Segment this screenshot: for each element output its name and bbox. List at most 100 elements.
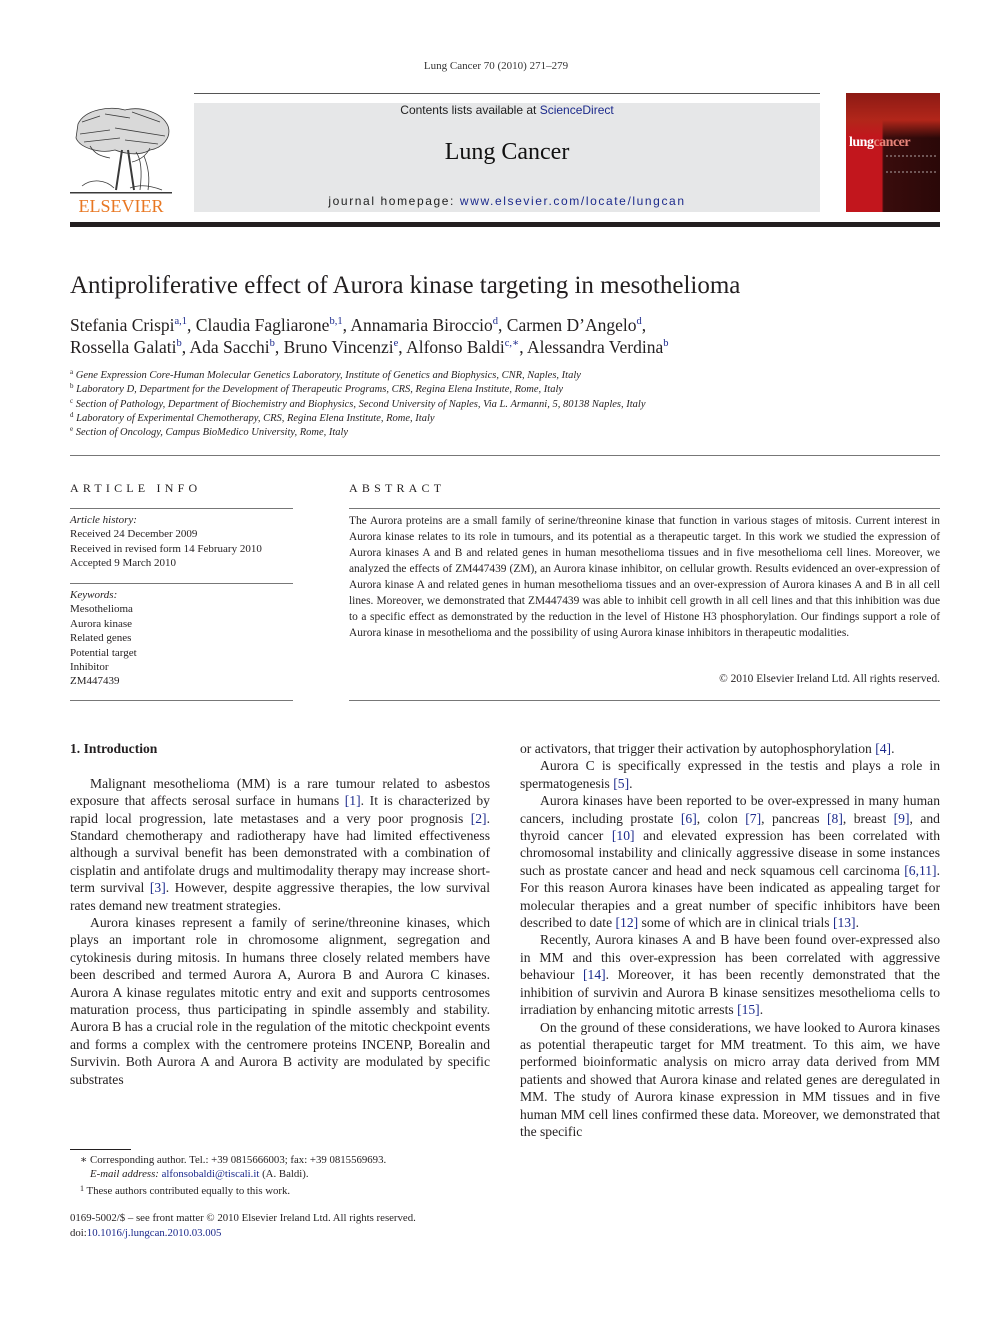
- article-history: Article history: Received 24 December 20…: [70, 513, 300, 571]
- author-name: Carmen D’Angelo: [506, 315, 637, 335]
- citation-link[interactable]: [8]: [827, 811, 843, 826]
- citation-link[interactable]: [10]: [612, 828, 635, 843]
- running-head: Lung Cancer 70 (2010) 271–279: [423, 60, 569, 72]
- footnote-mark: ∗: [80, 1154, 88, 1166]
- text-run: .: [759, 1002, 764, 1018]
- citation-link[interactable]: [6,11]: [904, 863, 936, 878]
- citation-link[interactable]: [4]: [875, 741, 891, 756]
- author-name: Ada Sacchi: [189, 337, 270, 357]
- affiliation-text: Section of Pathology, Department of Bioc…: [73, 398, 646, 410]
- affiliation-text: Gene Expression Core-Human Molecular Gen…: [73, 370, 581, 381]
- citation-link[interactable]: [1]: [345, 793, 361, 808]
- left-paragraphs: Malignant mesothelioma (MM) is a rare tu…: [70, 775, 490, 1088]
- footnote-mark: 1: [80, 1183, 84, 1193]
- affiliation-text: Laboratory of Experimental Chemotherapy,…: [73, 412, 435, 424]
- email-link[interactable]: alfonsobaldi@tiscali.it: [162, 1168, 260, 1180]
- text-run: Aurora kinases represent a family of ser…: [70, 915, 490, 1087]
- body-paragraph: or activators, that trigger their activa…: [520, 740, 940, 757]
- body-paragraph: Malignant mesothelioma (MM) is a rare tu…: [70, 775, 490, 914]
- author-separator: ,: [398, 337, 407, 357]
- affiliation-list: a Gene Expression Core-Human Molecular G…: [70, 369, 950, 440]
- affiliation: d Laboratory of Experimental Chemotherap…: [70, 411, 950, 426]
- affiliation: c Section of Pathology, Department of Bi…: [70, 397, 950, 412]
- footnote-rule: [70, 1149, 131, 1150]
- text-run: some of which are in clinical trials: [638, 915, 833, 931]
- cover-top-texture: [846, 93, 940, 138]
- author-name: Alfonso Baldi: [406, 337, 505, 357]
- citation-link[interactable]: [14]: [583, 967, 606, 982]
- corresponding-text: Corresponding author. Tel.: +39 08156660…: [90, 1154, 387, 1166]
- history-label: Article history:: [70, 514, 137, 526]
- section-rule: [70, 455, 940, 456]
- journal-homepage-link[interactable]: www.elsevier.com/locate/lungcan: [460, 194, 686, 208]
- affiliation-text: Laboratory D, Department for the Develop…: [73, 384, 564, 396]
- author-name: Bruno Vincenzi: [283, 337, 394, 357]
- keywords: Keywords: Mesothelioma Aurora kinase Rel…: [70, 588, 300, 689]
- doi-link[interactable]: 10.1016/j.lungcan.2010.03.005: [87, 1227, 222, 1239]
- author-affiliation-link[interactable]: b: [663, 338, 668, 349]
- citation-link[interactable]: [12]: [616, 915, 639, 930]
- abstract-rule: [349, 508, 940, 509]
- cover-subtitle: [886, 155, 936, 173]
- affiliation: e Section of Oncology, Campus BioMedico …: [70, 426, 950, 440]
- email-suffix: (A. Baldi).: [259, 1168, 309, 1181]
- journal-masthead: Contents lists available at ScienceDirec…: [194, 103, 820, 212]
- section-heading-introduction: 1. Introduction: [70, 741, 158, 756]
- footnote-equal: 1 These authors contributed equally to t…: [70, 1182, 500, 1198]
- affiliation: b Laboratory D, Department for the Devel…: [70, 383, 950, 397]
- author-separator: ,: [274, 337, 284, 357]
- citation-link[interactable]: [7]: [745, 811, 761, 826]
- abstract-heading: ABSTRACT: [349, 481, 446, 495]
- footnote-email: E-mail address: alfonsobaldi@tiscali.it …: [70, 1167, 500, 1181]
- text-run: or activators, that trigger their activa…: [520, 741, 876, 756]
- elsevier-tree-icon: [70, 107, 172, 194]
- author-name: Stefania Crispi: [70, 315, 175, 335]
- footnotes: ∗ Corresponding author. Tel.: +39 081566…: [70, 1153, 500, 1198]
- citation-link[interactable]: [6]: [681, 811, 697, 826]
- elsevier-logo[interactable]: ELSEVIER: [70, 104, 172, 216]
- masthead-bottom-rule: [70, 222, 940, 227]
- email-label: E-mail address:: [90, 1168, 159, 1181]
- homepage-prefix: journal homepage:: [328, 194, 460, 208]
- body-paragraph: Recently, Aurora kinases A and B have be…: [520, 931, 940, 1018]
- history-item: Received 24 December 2009: [70, 528, 198, 541]
- affiliation: a Gene Expression Core-Human Molecular G…: [70, 369, 950, 383]
- cover-title-lung: lung: [849, 135, 874, 150]
- author-list: Stefania Crispia,1, Claudia Fagliaroneb,…: [70, 314, 950, 358]
- body-paragraph: Aurora kinases have been reported to be …: [520, 792, 940, 931]
- contents-prefix: Contents lists available at: [400, 103, 540, 117]
- article-info-heading: ARTICLE INFO: [70, 481, 202, 495]
- equal-text: These authors contributed equally to thi…: [86, 1184, 291, 1197]
- article-title: Antiproliferative effect of Aurora kinas…: [70, 272, 741, 299]
- info-rule: [70, 508, 293, 509]
- sciencedirect-link[interactable]: ScienceDirect: [540, 103, 614, 117]
- author-name: Alessandra Verdina: [526, 337, 664, 357]
- keyword: Inhibitor: [70, 661, 109, 674]
- text-run: .: [855, 915, 859, 931]
- keywords-label: Keywords:: [70, 589, 118, 601]
- history-item: Received in revised form 14 February 201…: [70, 542, 262, 555]
- affiliation-text: Section of Oncology, Campus BioMedico Un…: [73, 427, 349, 439]
- author-affiliation-link[interactable]: a,1: [175, 316, 188, 327]
- text-run: .: [629, 775, 633, 791]
- citation-link[interactable]: [3]: [150, 880, 166, 895]
- author-separator: ,: [187, 315, 196, 335]
- author-separator: ,: [641, 315, 647, 335]
- doi-line: doi:10.1016/j.lungcan.2010.03.005: [70, 1226, 500, 1241]
- keyword: ZM447439: [70, 675, 120, 688]
- citation-link[interactable]: [13]: [833, 915, 856, 930]
- masthead-top-rule: [194, 93, 820, 94]
- citation-link[interactable]: [2]: [471, 811, 487, 826]
- citation-link[interactable]: [9]: [894, 811, 910, 826]
- citation-link[interactable]: [5]: [613, 776, 629, 791]
- abstract-rule: [349, 700, 940, 701]
- keyword: Aurora kinase: [70, 617, 133, 630]
- journal-name: Lung Cancer: [444, 139, 570, 165]
- author-affiliation-link[interactable]: c,∗: [505, 338, 519, 349]
- body-column-left: 1. Introduction Malignant mesothelioma (…: [70, 740, 490, 1088]
- journal-cover-image[interactable]: lungcancer: [846, 93, 940, 212]
- text-run: Aurora C is specifically expressed in th…: [520, 758, 940, 791]
- citation-link[interactable]: [15]: [737, 1002, 760, 1017]
- author-affiliation-link[interactable]: b,1: [329, 316, 342, 327]
- author-separator: ,: [498, 315, 507, 335]
